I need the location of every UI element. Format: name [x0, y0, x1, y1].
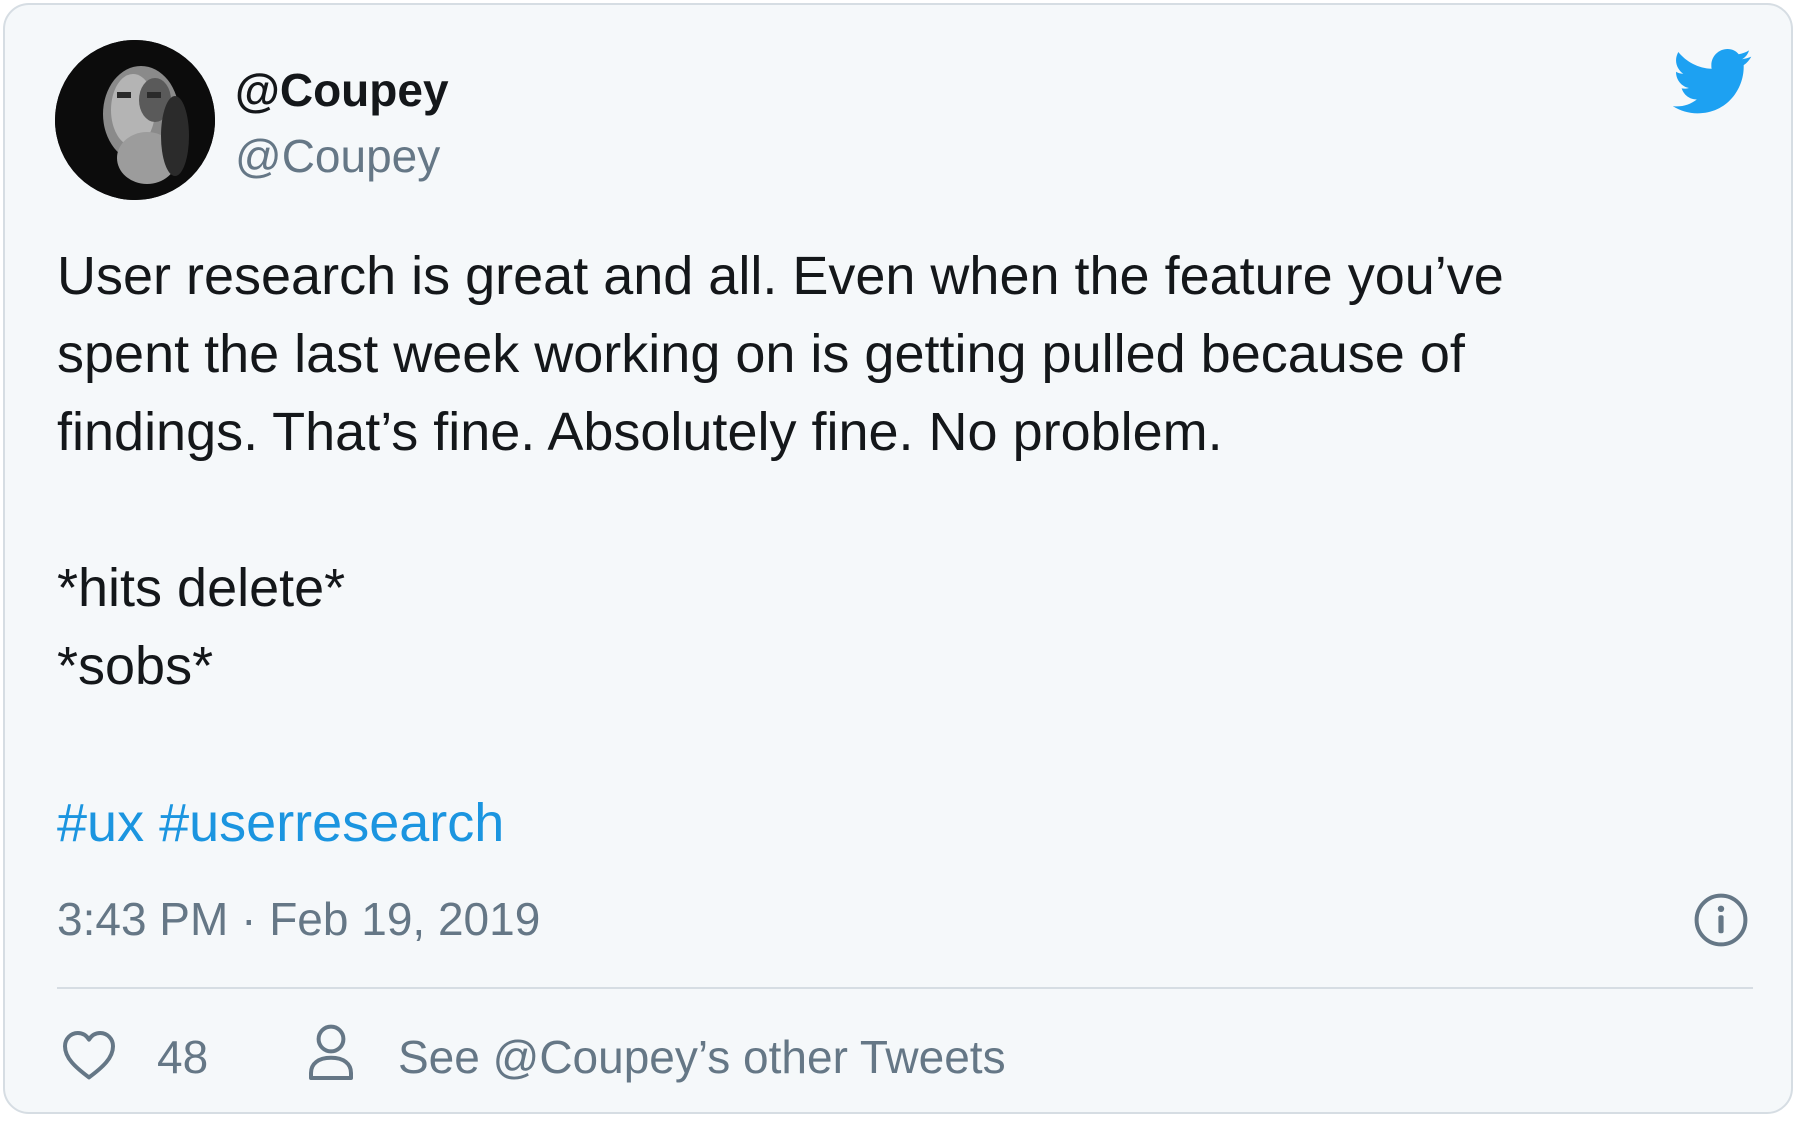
- heart-icon[interactable]: [61, 1029, 117, 1081]
- avatar-photo: [55, 40, 215, 200]
- author-display-name[interactable]: @Coupey: [235, 63, 449, 117]
- tweet-card: @Coupey @Coupey User research is great a…: [3, 3, 1793, 1114]
- tweet-text-line: User research is great and all. Even whe…: [57, 246, 1504, 306]
- like-count[interactable]: 48: [157, 1030, 208, 1084]
- hashtag-ux[interactable]: #ux: [57, 793, 144, 853]
- hashtag-userresearch[interactable]: #userresearch: [159, 793, 504, 853]
- person-icon[interactable]: [307, 1023, 355, 1081]
- tweet-text-line: spent the last week working on is gettin…: [57, 324, 1465, 384]
- tweet-action-line: *hits delete*: [57, 558, 346, 618]
- tweet-body: User research is great and all. Even whe…: [57, 237, 1757, 705]
- tweet-timestamp[interactable]: 3:43 PM · Feb 19, 2019: [57, 892, 540, 946]
- info-icon[interactable]: [1693, 892, 1749, 948]
- hashtag-list: #ux #userresearch: [57, 784, 504, 862]
- avatar[interactable]: [55, 40, 215, 200]
- tweet-action-line: *sobs*: [57, 636, 214, 696]
- tweet-text-line: findings. That’s fine. Absolutely fine. …: [57, 402, 1223, 462]
- footer-divider: [57, 987, 1753, 989]
- twitter-bird-icon[interactable]: [1673, 49, 1753, 115]
- author-handle[interactable]: @Coupey: [235, 129, 440, 183]
- see-other-tweets-link[interactable]: See @Coupey’s other Tweets: [398, 1030, 1006, 1084]
